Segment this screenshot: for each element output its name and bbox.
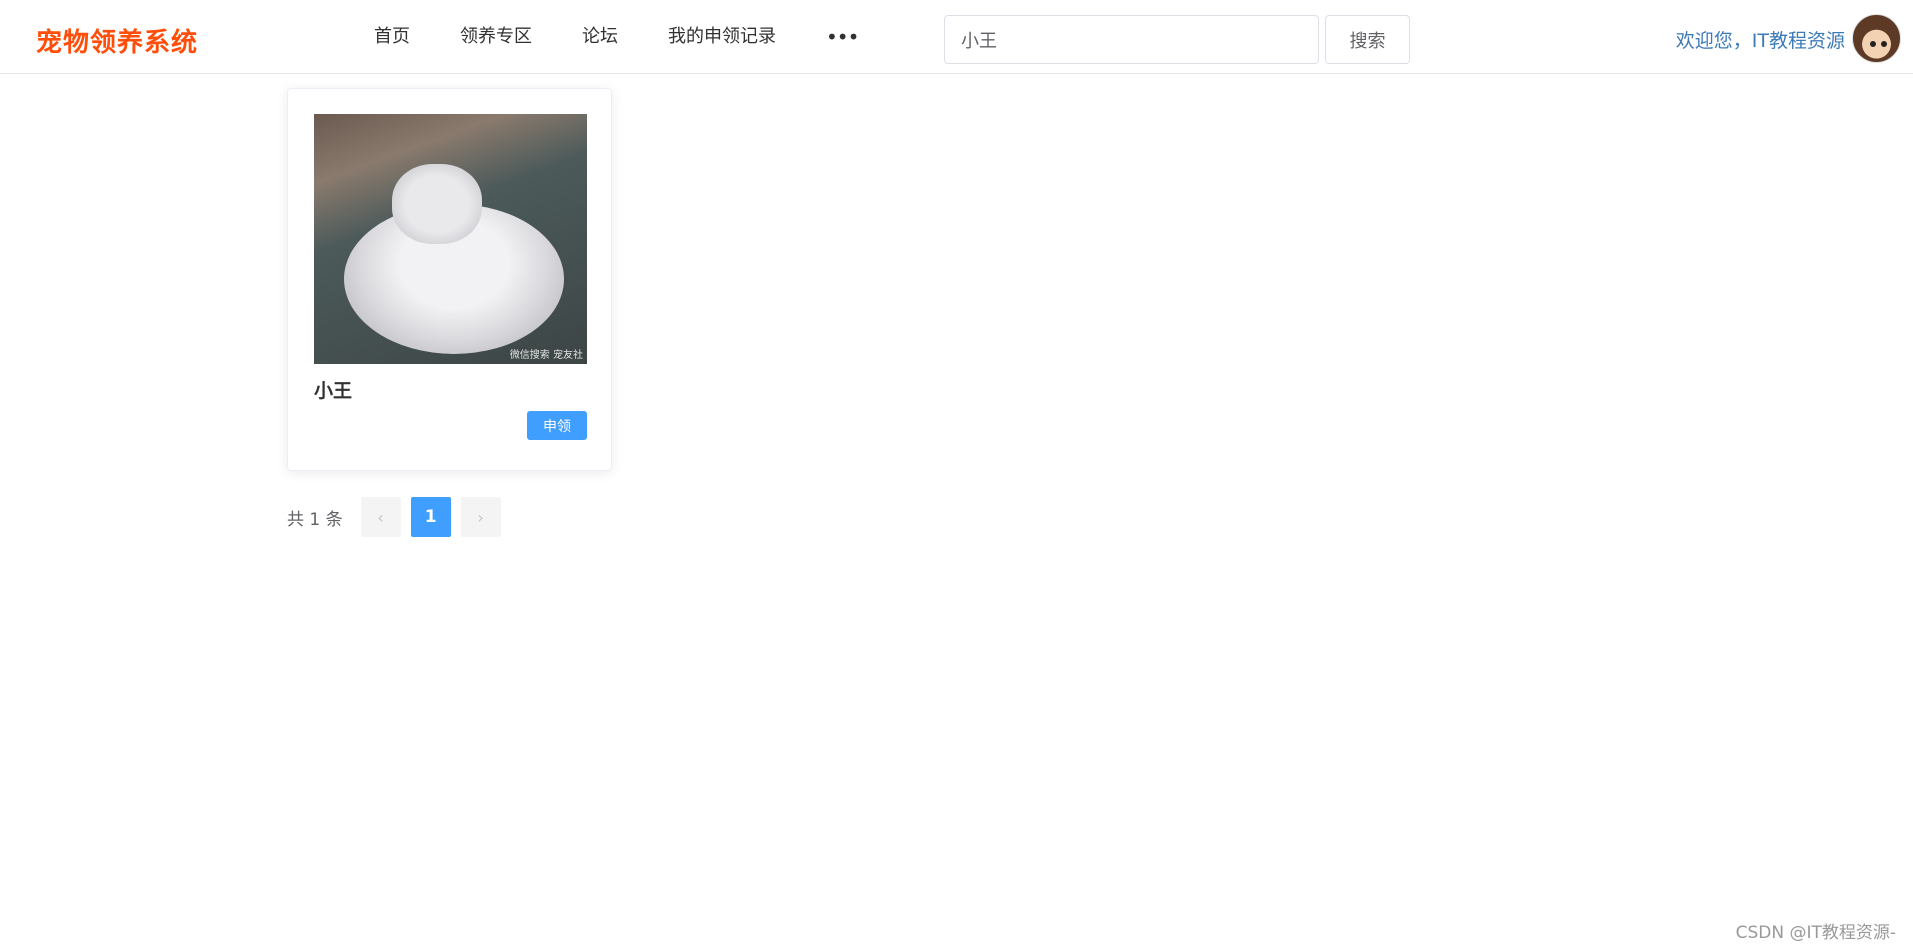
- page-number-current[interactable]: 1: [410, 497, 451, 537]
- pet-card: 微信搜索 宠友社 小王 申领: [287, 88, 612, 471]
- user-avatar[interactable]: [1852, 14, 1901, 63]
- search-input[interactable]: [944, 15, 1319, 64]
- main-nav: 首页 领养专区 论坛 我的申领记录 •••: [374, 0, 859, 74]
- more-menu-icon[interactable]: •••: [826, 25, 859, 49]
- csdn-watermark: CSDN @IT教程资源-: [1735, 923, 1896, 943]
- cat-head-shape: [392, 164, 482, 244]
- search-button[interactable]: 搜索: [1325, 15, 1410, 64]
- next-page-icon[interactable]: ›: [460, 497, 501, 537]
- photo-watermark: 微信搜索 宠友社: [509, 350, 583, 361]
- pagination: 共 1 条 ‹ 1 ›: [287, 497, 511, 537]
- site-logo[interactable]: 宠物领养系统: [36, 22, 198, 59]
- nav-item-home[interactable]: 首页: [374, 0, 410, 74]
- pet-name: 小王: [314, 380, 353, 402]
- prev-page-icon[interactable]: ‹: [360, 497, 401, 537]
- avatar-eye-left: [1870, 41, 1876, 47]
- top-navbar: 宠物领养系统 首页 领养专区 论坛 我的申领记录 ••• 搜索 欢迎您，IT教程…: [0, 0, 1913, 74]
- pet-photo[interactable]: 微信搜索 宠友社: [314, 114, 587, 364]
- nav-item-forum[interactable]: 论坛: [582, 0, 618, 74]
- pagination-total: 共 1 条: [287, 509, 343, 530]
- adopt-button[interactable]: 申领: [527, 411, 587, 440]
- welcome-text[interactable]: 欢迎您，IT教程资源: [1676, 26, 1845, 53]
- nav-item-my-applications[interactable]: 我的申领记录: [668, 0, 776, 74]
- avatar-eye-right: [1881, 41, 1887, 47]
- nav-item-adoption-zone[interactable]: 领养专区: [460, 0, 532, 74]
